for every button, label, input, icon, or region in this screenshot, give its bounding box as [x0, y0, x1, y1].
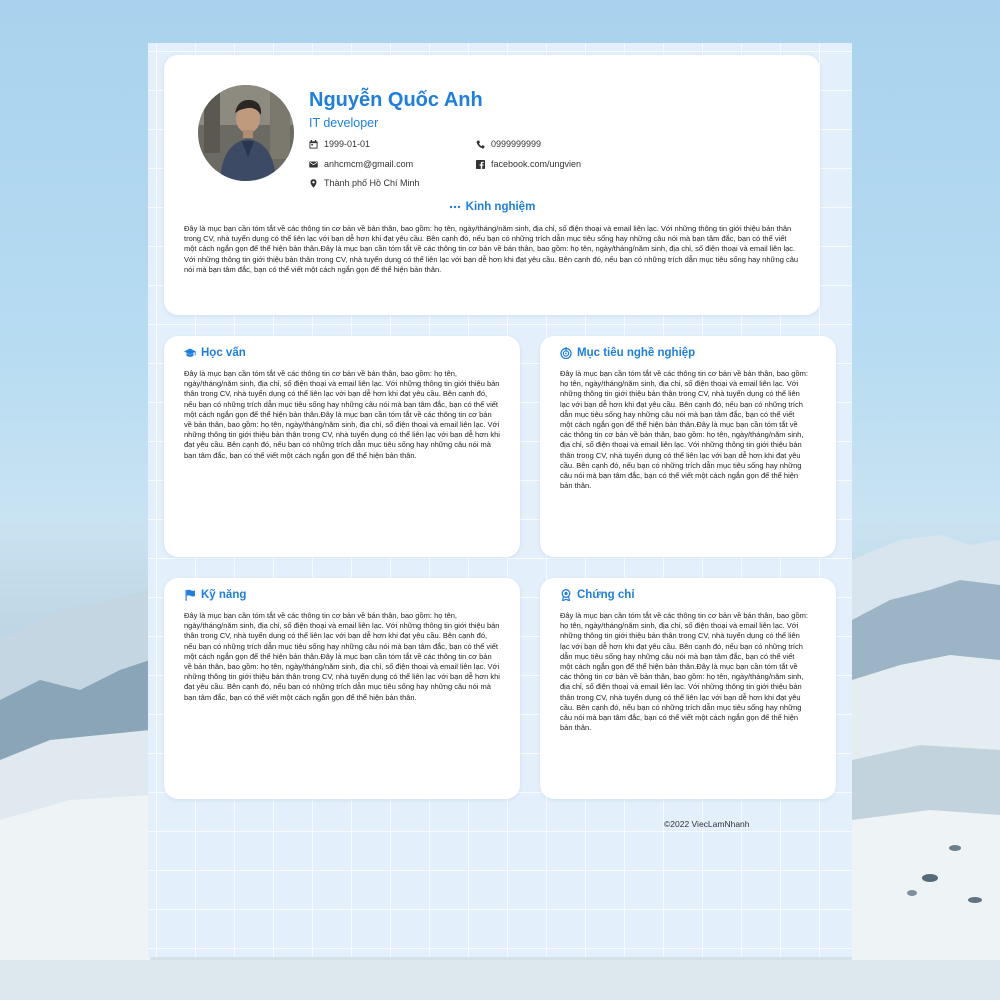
copyright-footer: ©2022 ViecLamNhanh	[664, 819, 750, 829]
career-goal-card: Mục tiêu nghề nghiệp Đây là mục bạn cần …	[540, 336, 836, 557]
phone-row: 0999999999	[476, 139, 541, 149]
phone-icon	[476, 140, 485, 148]
award-icon	[561, 589, 571, 601]
birthdate-row: 1999-01-01	[309, 139, 370, 149]
cv-page: Nguyễn Quốc Anh IT developer 1999-01-01 …	[148, 43, 852, 957]
map-pin-icon	[310, 178, 317, 188]
certificates-card: Chứng chỉ Đây là mục bạn cần tóm tắt về …	[540, 578, 836, 799]
address-value: Thành phố Hồ Chí Minh	[324, 178, 420, 188]
graduation-cap-icon	[184, 348, 196, 357]
flag-icon	[185, 589, 195, 601]
skills-title-text: Kỹ năng	[201, 589, 247, 601]
experience-title-text: Kinh nghiệm	[465, 201, 536, 213]
facebook-icon	[476, 159, 485, 169]
career-goal-title: Mục tiêu nghề nghiệp	[560, 347, 695, 359]
ellipsis-icon	[449, 205, 460, 209]
career-goal-text: Đây là mục bạn cần tóm tắt về các thông …	[560, 369, 808, 491]
address-row: Thành phố Hồ Chí Minh	[309, 178, 420, 188]
education-card: Học vấn Đây là mục bạn cần tóm tắt về cá…	[164, 336, 520, 557]
phone-value: 0999999999	[491, 139, 542, 149]
profile-card: Nguyễn Quốc Anh IT developer 1999-01-01 …	[164, 55, 820, 315]
target-icon	[560, 347, 572, 359]
mail-icon	[309, 160, 318, 168]
email-row: anhcmcm@gmail.com	[309, 159, 413, 169]
education-title-text: Học vấn	[201, 347, 246, 359]
experience-text: Đây là mục bạn cần tóm tắt về các thông …	[184, 224, 799, 274]
experience-title: Kinh nghiệm	[164, 201, 820, 213]
certificates-title-text: Chứng chỉ	[577, 589, 635, 601]
birthdate-value: 1999-01-01	[324, 139, 371, 149]
education-text: Đây là mục bạn cần tóm tắt về các thông …	[184, 369, 500, 460]
candidate-role: IT developer	[309, 116, 379, 130]
skills-title: Kỹ năng	[184, 589, 246, 601]
calendar-icon	[309, 139, 318, 149]
certificates-text: Đây là mục bạn cần tóm tắt về các thông …	[560, 611, 808, 733]
facebook-row: facebook.com/ungvien	[476, 159, 581, 169]
skills-text: Đây là mục bạn cần tóm tắt về các thông …	[184, 611, 500, 702]
certificates-title: Chứng chỉ	[560, 589, 635, 601]
email-value: anhcmcm@gmail.com	[324, 159, 414, 169]
avatar	[198, 85, 294, 181]
facebook-value: facebook.com/ungvien	[491, 159, 582, 169]
skills-card: Kỹ năng Đây là mục bạn cần tóm tắt về cá…	[164, 578, 520, 799]
education-title: Học vấn	[184, 347, 246, 359]
candidate-name: Nguyễn Quốc Anh	[309, 89, 483, 111]
career-goal-title-text: Mục tiêu nghề nghiệp	[577, 347, 696, 359]
